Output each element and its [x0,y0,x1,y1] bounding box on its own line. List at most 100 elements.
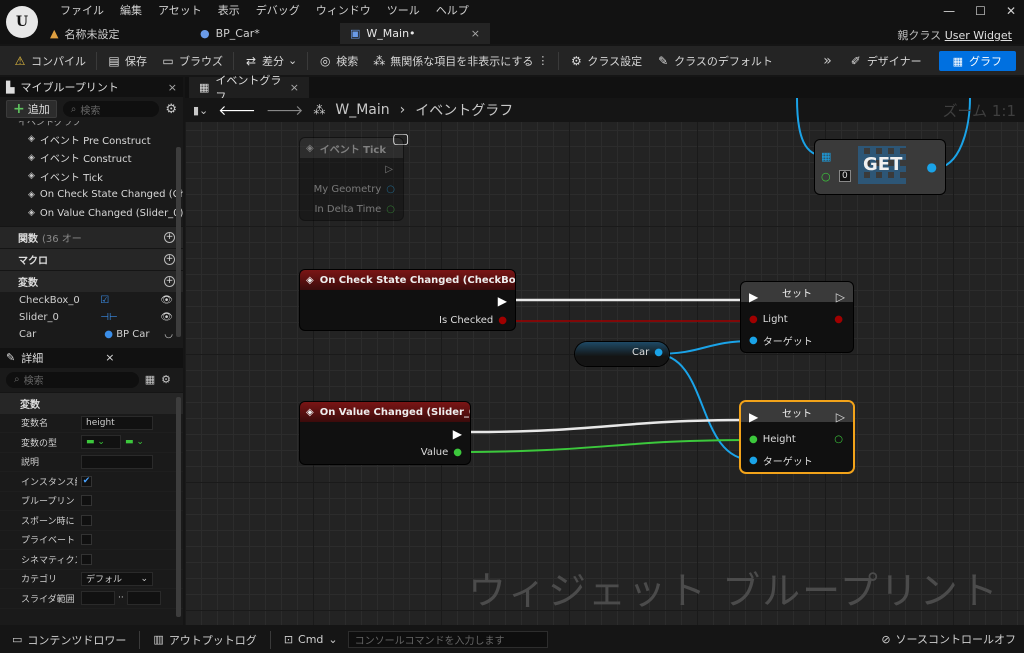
close-tab-icon[interactable]: × [290,81,299,94]
car-variable-node[interactable]: Car ● [575,342,669,366]
close-panel-icon[interactable]: × [105,351,114,364]
add-macro-icon[interactable]: + [164,253,175,265]
close-panel-icon[interactable]: × [168,81,177,94]
menu-edit[interactable]: 編集 [112,4,150,18]
tab-bp-car[interactable]: ● BP_Car* [190,23,340,44]
tab-level[interactable]: ▲ 名称未設定 [40,23,190,44]
source-control-status[interactable]: ⊘ ソースコントロールオフ [881,631,1016,647]
maximize-icon[interactable]: ☐ [975,4,986,18]
expand-toolbar-icon[interactable]: » [823,53,832,69]
cmd-dropdown[interactable]: ⊡ Cmd ⌄ [278,629,344,651]
menu-view[interactable]: 表示 [210,4,248,18]
save-button[interactable]: ▤ 保存 [100,49,154,73]
scrollbar[interactable] [176,147,181,337]
pin-light[interactable]: ● Light [749,314,788,325]
variable-type-dropdown[interactable]: ▬ ⌄ [81,435,121,450]
float-out-pin[interactable]: ○ [834,434,843,445]
add-variable-icon[interactable]: + [164,275,175,287]
bool-out-pin[interactable]: ● [834,314,843,325]
minimize-icon[interactable]: — [943,4,955,18]
blueprint-readonly-checkbox[interactable] [81,495,92,507]
details-variable-section[interactable]: 変数 [0,391,183,414]
content-drawer-button[interactable]: ▭ コンテンツドロワー [6,629,132,651]
description-field[interactable] [81,454,153,469]
index-field[interactable]: 0 [839,170,851,182]
class-defaults-button[interactable]: ✎ クラスのデフォルト [649,49,780,73]
array-get-node[interactable]: GET ▦ ○ 0 ● [815,140,945,194]
slider-range-max[interactable] [126,591,161,606]
class-settings-button[interactable]: ⚙ クラス設定 [562,49,649,73]
designer-button[interactable]: ✐ デザイナー [842,49,929,73]
compile-button[interactable]: ⚠ コンパイル [6,49,93,73]
menu-debug[interactable]: デバッグ [248,4,308,18]
private-checkbox[interactable] [81,534,92,546]
add-button[interactable]: + 追加 [6,100,57,118]
tab-w-main[interactable]: ▣ W_Main• × [340,23,490,44]
exec-in-pin[interactable]: ▶ [749,290,758,304]
table-view-icon[interactable]: ▦ [145,373,155,386]
details-search-input[interactable]: ⌕ 検索 [6,371,139,388]
pin-car[interactable]: Car ● [632,347,663,358]
my-blueprint-search-input[interactable]: ⌕ 検索 [62,101,160,117]
event-graph-canvas[interactable]: ◈ イベント Tick ▷ My Geometry ○ In Delta Time… [185,98,1024,625]
gear-icon[interactable]: ⚙ [161,373,171,386]
list-item[interactable]: ◈ On Value Changed (Slider_0) [14,204,183,223]
instance-editable-checkbox[interactable]: ✔ [81,475,92,487]
unreal-logo-icon[interactable]: U [6,6,38,38]
variable-row[interactable]: Slider_0 ⊣⊢ 👁︎ [0,309,183,326]
variable-row[interactable]: Car ● BP Car ◡ [0,326,183,343]
console-command-input[interactable]: コンソールコマンドを入力します [347,631,548,648]
tab-event-graph[interactable]: ▦ イベントグラフ × [189,74,309,103]
menu-tools[interactable]: ツール [379,4,428,18]
parent-class-link[interactable]: User Widget [945,29,1012,42]
int-pin-icon[interactable]: ○ [821,170,831,183]
event-tick-node[interactable]: ◈ イベント Tick ▷ My Geometry ○ In Delta Time… [300,138,403,220]
object-pin-icon[interactable]: ● [927,160,937,174]
more-options-icon[interactable]: ⋮ [537,54,548,67]
on-value-changed-node[interactable]: ◈ On Value Changed (Slider_0) ▶ Value ● [300,402,470,464]
exec-in-pin[interactable]: ▶ [749,410,758,424]
exec-out-pin[interactable]: ▶ [498,294,507,308]
exec-out-pin[interactable]: ▶ [453,427,462,441]
set-height-node[interactable]: セット ▶ ▷ ● Height ○ ● ターゲット [741,402,853,472]
variable-row[interactable]: CheckBox_0 ☑ 👁︎ [0,292,183,309]
variable-name-field[interactable]: height [81,415,153,430]
menu-window[interactable]: ウィンドウ [308,4,379,18]
expose-on-spawn-checkbox[interactable] [81,514,92,526]
pin-my-geometry[interactable]: My Geometry ○ [314,184,395,195]
output-log-button[interactable]: ▥ アウトプットログ [147,629,262,651]
category-dropdown[interactable]: デフォル ⌄ [81,571,153,586]
eye-closed-icon[interactable]: ◡ [164,329,173,340]
pin-height[interactable]: ● Height [749,434,796,445]
hide-unrelated-button[interactable]: ⁂ 無関係な項目を非表示にする ⋮ [365,49,555,73]
pin-value[interactable]: Value ● [421,447,462,458]
exec-out-pin[interactable]: ▷ [836,290,845,304]
slider-range-min[interactable] [81,591,115,606]
list-item[interactable]: ◈ イベント Pre Construct [14,130,183,149]
graph-button[interactable]: ▦ グラフ [938,51,1016,71]
menu-asset[interactable]: アセット [150,4,210,18]
add-function-icon[interactable]: + [164,231,175,243]
pin-target[interactable]: ● ターゲット [749,333,813,348]
menu-help[interactable]: ヘルプ [428,4,477,18]
container-type-dropdown[interactable]: ▬ ⌄ [125,437,144,447]
array-pin-icon[interactable]: ▦ [821,150,831,163]
browse-button[interactable]: ▭ ブラウズ [154,49,230,73]
diff-button[interactable]: ⇄ 差分 ⌄ [237,49,304,73]
close-tab-icon[interactable]: × [471,27,480,40]
eye-icon[interactable]: 👁︎ [160,295,173,306]
pin-in-delta-time[interactable]: In Delta Time ○ [314,204,395,215]
event-graph-tree-header[interactable]: イベントグラフ [0,121,183,130]
on-check-state-changed-node[interactable]: ◈ On Check State Changed (CheckBox_0) ▶ … [300,270,515,330]
functions-section[interactable]: 関数 (36 オー + [0,225,183,248]
cinematics-checkbox[interactable] [81,553,92,565]
list-item[interactable]: ◈ イベント Construct [14,149,183,168]
find-button[interactable]: ◎ 検索 [311,49,365,73]
exec-out-pin[interactable]: ▷ [836,410,845,424]
set-light-node[interactable]: セット ▶ ▷ ● Light ● ● ターゲット [741,282,853,352]
close-window-icon[interactable]: ✕ [1006,4,1016,18]
eye-icon[interactable]: 👁︎ [160,312,173,323]
menu-file[interactable]: ファイル [52,4,112,18]
variables-section[interactable]: 変数 + [0,269,183,292]
list-item[interactable]: ◈ On Check State Changed (CheckBox_0) [14,186,183,205]
